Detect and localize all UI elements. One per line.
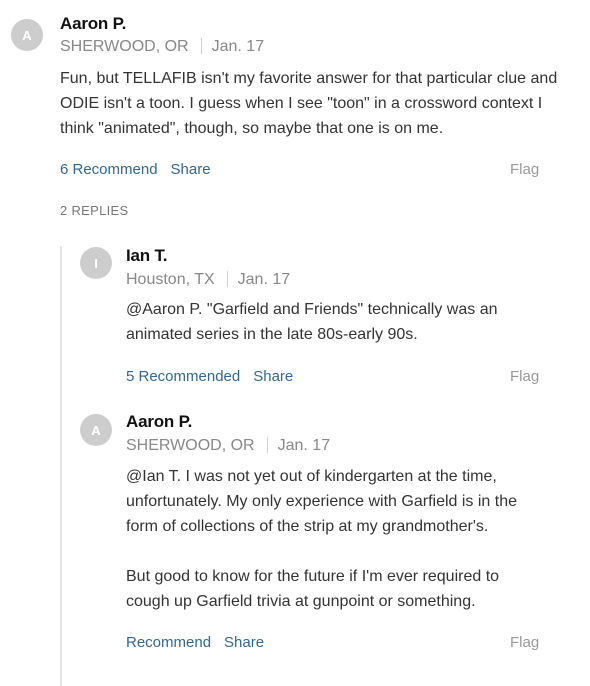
reply-author[interactable]: Ian T.	[126, 246, 168, 266]
comment-location: SHERWOOD, OR	[60, 38, 189, 55]
reply-date[interactable]: Jan. 17	[238, 271, 290, 288]
reply-actions: Recommend Share	[126, 634, 264, 651]
reply-body: @Ian T. I was not yet out of kindergarte…	[126, 464, 546, 614]
meta-divider	[266, 437, 268, 453]
avatar: A	[80, 414, 112, 446]
reply-meta: Houston, TX Jan. 17	[126, 271, 290, 289]
comment: A Aaron P. SHERWOOD, OR Jan. 17 Fun, but …	[0, 0, 590, 200]
meta-divider	[200, 38, 202, 54]
comment-paragraph: Fun, but TELLAFIB isn't my favorite answ…	[60, 70, 558, 137]
reply: A Aaron P. SHERWOOD, OR Jan. 17 @Ian T. I…	[0, 405, 590, 685]
recommend-button[interactable]: 6 Recommend	[60, 161, 158, 178]
comment-meta: SHERWOOD, OR Jan. 17	[60, 38, 264, 56]
reply-paragraph: But good to know for the future if I'm e…	[126, 568, 500, 610]
reply-author[interactable]: Aaron P.	[126, 412, 192, 432]
reply-paragraph: @Aaron P. "Garfield and Friends" technic…	[126, 301, 498, 343]
reply-location: SHERWOOD, OR	[126, 437, 255, 454]
flag-button[interactable]: Flag	[510, 368, 539, 385]
flag-button[interactable]: Flag	[510, 634, 539, 651]
meta-divider	[226, 271, 228, 287]
comment-actions: 6 Recommend Share	[60, 161, 211, 178]
share-button[interactable]: Share	[224, 634, 264, 651]
comment-body: Fun, but TELLAFIB isn't my favorite answ…	[60, 66, 560, 141]
reply-paragraph: @Ian T. I was not yet out of kindergarte…	[126, 468, 518, 535]
avatar: I	[80, 247, 112, 279]
reply-meta: SHERWOOD, OR Jan. 17	[126, 437, 330, 455]
share-button[interactable]: Share	[171, 161, 211, 178]
comment-author[interactable]: Aaron P.	[60, 14, 126, 34]
reply: I Ian T. Houston, TX Jan. 17 @Aaron P. "G…	[0, 240, 590, 400]
avatar: A	[11, 19, 43, 51]
flag-button[interactable]: Flag	[510, 161, 539, 178]
comment-date[interactable]: Jan. 17	[212, 38, 264, 55]
replies-count[interactable]: 2 REPLIES	[60, 203, 128, 218]
recommend-button[interactable]: Recommend	[126, 634, 211, 651]
recommend-button[interactable]: 5 Recommended	[126, 368, 240, 385]
reply-body: @Aaron P. "Garfield and Friends" technic…	[126, 297, 526, 347]
reply-actions: 5 Recommended Share	[126, 368, 293, 385]
share-button[interactable]: Share	[253, 368, 293, 385]
reply-date[interactable]: Jan. 17	[278, 437, 330, 454]
reply-location: Houston, TX	[126, 271, 215, 288]
